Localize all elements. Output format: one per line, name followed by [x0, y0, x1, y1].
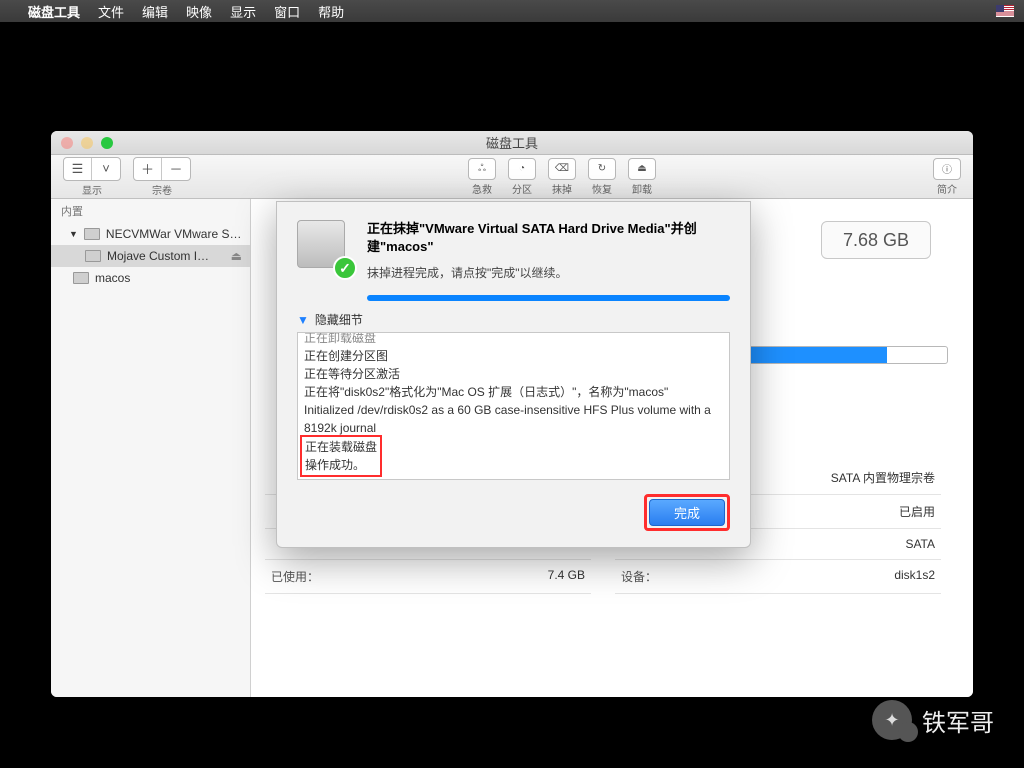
- checkmark-badge-icon: ✓: [333, 256, 357, 280]
- menu-window[interactable]: 窗口: [274, 2, 300, 21]
- erase-button[interactable]: ⌫: [548, 158, 576, 180]
- plus-icon[interactable]: ＋: [134, 158, 162, 180]
- toolbar-label-erase: 抹掉: [552, 181, 572, 196]
- unmount-button[interactable]: ⏏: [628, 158, 656, 180]
- eject-icon[interactable]: ⏏: [231, 249, 242, 263]
- partition-button[interactable]: ◔: [508, 158, 536, 180]
- toolbar-label-firstaid: 急救: [472, 181, 492, 196]
- eject-icon: ⏏: [637, 163, 646, 174]
- restore-icon: ↻: [598, 163, 606, 174]
- details-toggle[interactable]: ▼ 隐藏细节: [297, 311, 730, 328]
- sheet-title: 正在抹掉"VMware Virtual SATA Hard Drive Medi…: [367, 220, 730, 256]
- close-window-icon[interactable]: [61, 137, 73, 149]
- erase-progress-sheet: ✓ 正在抹掉"VMware Virtual SATA Hard Drive Me…: [276, 201, 751, 548]
- window-titlebar: 磁盘工具: [51, 131, 973, 155]
- log-line: 正在创建分区图: [304, 347, 723, 365]
- menu-images[interactable]: 映像: [186, 2, 212, 21]
- done-highlight: 完成: [644, 494, 730, 531]
- minimize-window-icon[interactable]: [81, 137, 93, 149]
- info-key: 设备：: [621, 568, 657, 585]
- log-line: 正在将"disk0s2"格式化为"Mac OS 扩展（日志式）"，名称为"mac…: [304, 383, 723, 401]
- sidebar-item-label: NECVMWar VMware S…: [106, 227, 242, 241]
- hard-drive-icon: [85, 250, 101, 262]
- chevron-down-icon[interactable]: ˅: [92, 158, 120, 180]
- sidebar-item-volume[interactable]: macos: [51, 267, 250, 289]
- log-output[interactable]: 正在卸载磁盘 正在创建分区图 正在等待分区激活 正在将"disk0s2"格式化为…: [297, 332, 730, 480]
- menu-edit[interactable]: 编辑: [142, 2, 168, 21]
- hard-drive-icon: [84, 228, 100, 240]
- disclosure-triangle-icon[interactable]: ▼: [69, 229, 78, 239]
- toolbar-label-info: 简介: [937, 181, 957, 196]
- capacity-pill: 7.68 GB: [821, 221, 931, 259]
- info-icon: ⓘ: [942, 161, 952, 176]
- info-val: 7.4 GB: [548, 568, 585, 585]
- wechat-icon: ✦: [872, 700, 912, 740]
- details-toggle-label: 隐藏细节: [315, 311, 363, 328]
- minus-icon[interactable]: －: [162, 158, 190, 180]
- menu-help[interactable]: 帮助: [318, 2, 344, 21]
- menu-view[interactable]: 显示: [230, 2, 256, 21]
- restore-button[interactable]: ↻: [588, 158, 616, 180]
- app-menu[interactable]: 磁盘工具: [28, 2, 80, 21]
- sidebar-view-toggle[interactable]: ☰ ˅: [63, 157, 121, 181]
- info-cell: 已使用： 7.4 GB: [265, 560, 591, 594]
- info-val: disk1s2: [894, 568, 935, 585]
- watermark: ✦ 铁军哥: [872, 700, 994, 740]
- log-line: 正在装载磁盘: [305, 438, 377, 456]
- menu-file[interactable]: 文件: [98, 2, 124, 21]
- toolbar-label-partition: 分区: [512, 181, 532, 196]
- zoom-window-icon[interactable]: [101, 137, 113, 149]
- erase-icon: ⌫: [555, 163, 569, 174]
- toolbar-label-volume: 宗卷: [152, 182, 172, 197]
- toolbar-label-restore: 恢复: [592, 181, 612, 196]
- sidebar-section-header: 内置: [51, 199, 250, 223]
- stethoscope-icon: ஃ: [478, 163, 486, 175]
- capacity-value: 7.68 GB: [843, 230, 909, 251]
- sidebar-item-volume[interactable]: Mojave Custom I… ⏏: [51, 245, 250, 267]
- progress-bar: [367, 295, 730, 301]
- window-title: 磁盘工具: [486, 133, 538, 152]
- info-cell: 设备： disk1s2: [615, 560, 941, 594]
- sheet-subtitle: 抹掉进程完成，请点按"完成"以继续。: [367, 264, 730, 281]
- hard-drive-icon: [73, 272, 89, 284]
- done-button[interactable]: 完成: [649, 499, 725, 526]
- log-line: 操作成功。: [305, 456, 377, 474]
- first-aid-button[interactable]: ஃ: [468, 158, 496, 180]
- sidebar-item-label: Mojave Custom I…: [107, 249, 209, 263]
- sidebar-item-disk[interactable]: ▼ NECVMWar VMware S…: [51, 223, 250, 245]
- sidebar-icon[interactable]: ☰: [64, 158, 92, 180]
- system-menubar: 磁盘工具 文件 编辑 映像 显示 窗口 帮助: [0, 0, 1024, 22]
- toolbar-label-display: 显示: [82, 182, 102, 197]
- toolbar-label-unmount: 卸载: [632, 181, 652, 196]
- drive-success-icon: ✓: [297, 220, 353, 276]
- sidebar: 内置 ▼ NECVMWar VMware S… Mojave Custom I……: [51, 199, 251, 697]
- watermark-text: 铁军哥: [922, 703, 994, 738]
- log-line: Initialized /dev/rdisk0s2 as a 60 GB cas…: [304, 401, 723, 437]
- toolbar: ☰ ˅ 显示 ＋ － 宗卷 ஃ 急救 ◔ 分区 ⌫ 抹掉 ↻ 恢复: [51, 155, 973, 199]
- input-source-flag-icon[interactable]: [996, 5, 1014, 17]
- pie-chart-icon: ◔: [519, 163, 525, 174]
- log-line: 正在卸载磁盘: [304, 332, 723, 347]
- volume-add-remove[interactable]: ＋ －: [133, 157, 191, 181]
- sidebar-item-label: macos: [95, 271, 130, 285]
- disclosure-triangle-icon: ▼: [297, 313, 309, 327]
- log-line: 正在等待分区激活: [304, 365, 723, 383]
- log-highlight: 正在装载磁盘 操作成功。: [300, 435, 382, 477]
- info-button[interactable]: ⓘ: [933, 158, 961, 180]
- info-key: 已使用：: [271, 568, 319, 585]
